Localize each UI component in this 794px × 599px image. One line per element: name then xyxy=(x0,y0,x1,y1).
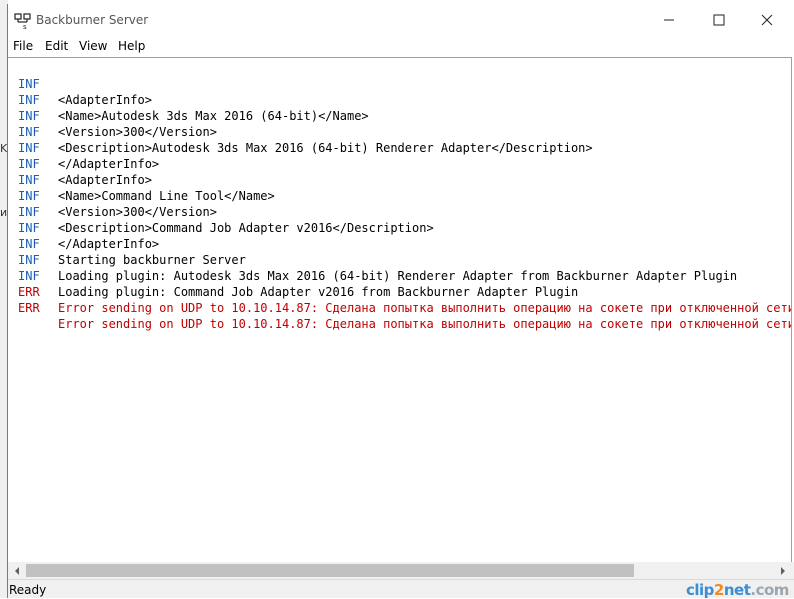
log-row: INF Loading plugin: Autodesk 3ds Max 201… xyxy=(8,236,737,283)
minimize-button[interactable] xyxy=(646,4,692,36)
status-text: Ready xyxy=(9,583,47,597)
backburner-server-window: s Backburner Server File Edit View Help … xyxy=(7,4,794,599)
watermark-part: net xyxy=(723,581,751,599)
log-message: <Description>Command Job Adapter v2016</… xyxy=(58,221,434,235)
svg-text:s: s xyxy=(23,23,27,29)
menu-edit[interactable]: Edit xyxy=(45,39,68,53)
log-row: INF <Name>Autodesk 3ds Max 2016 (64-bit)… xyxy=(8,76,369,123)
log-message: Loading plugin: Autodesk 3ds Max 2016 (6… xyxy=(58,269,738,283)
scrollbar-thumb[interactable] xyxy=(26,564,634,577)
log-row: INF <Description>Autodesk 3ds Max 2016 (… xyxy=(8,108,593,155)
log-row: INF </AdapterInfo> xyxy=(8,204,159,251)
chevron-right-icon xyxy=(781,566,785,575)
log-row: INF Loading plugin: Command Job Adapter … xyxy=(8,252,578,299)
network-server-icon: s xyxy=(14,13,31,29)
menu-file[interactable]: File xyxy=(13,39,33,53)
log-message: </AdapterInfo> xyxy=(58,157,160,171)
log-row: INF <AdapterInfo> xyxy=(8,60,152,107)
log-message: <Version>300</Version> xyxy=(58,125,217,139)
scroll-right-button[interactable] xyxy=(776,562,790,579)
log-message: <AdapterInfo> xyxy=(58,93,152,107)
watermark-part: .com xyxy=(750,581,789,599)
close-icon xyxy=(761,14,773,26)
log-message: Loading plugin: Command Job Adapter v201… xyxy=(58,285,579,299)
log-message: <Version>300</Version> xyxy=(58,205,217,219)
status-bar: Ready clip2net.com xyxy=(8,579,794,599)
menu-bar: File Edit View Help xyxy=(8,37,793,57)
log-message: <AdapterInfo> xyxy=(58,173,152,187)
log-message: Error sending on UDP to 10.10.14.87: Сде… xyxy=(58,301,792,315)
watermark-part: 2 xyxy=(713,581,724,599)
log-message: Error sending on UDP to 10.10.14.87: Сде… xyxy=(58,317,792,331)
log-row: INF Starting backburner Server xyxy=(8,220,246,267)
minimize-icon xyxy=(664,19,674,21)
maximize-icon xyxy=(713,14,725,26)
log-row: INF </AdapterInfo> xyxy=(8,124,159,171)
maximize-button[interactable] xyxy=(696,4,742,36)
log-message: <Name>Command Line Tool</Name> xyxy=(58,189,275,203)
chevron-left-icon xyxy=(15,566,19,575)
log-row: INF <Name>Command Line Tool</Name> xyxy=(8,156,275,203)
log-message: </AdapterInfo> xyxy=(58,237,160,251)
horizontal-scrollbar[interactable] xyxy=(8,562,794,579)
title-bar[interactable]: s Backburner Server xyxy=(8,4,793,36)
log-message: Starting backburner Server xyxy=(58,253,246,267)
log-level: ERR xyxy=(18,301,40,315)
log-row: INF <Version>300</Version> xyxy=(8,172,217,219)
log-row: INF <Version>300</Version> xyxy=(8,92,217,139)
log-message: <Name>Autodesk 3ds Max 2016 (64-bit)</Na… xyxy=(58,109,369,123)
window-title: Backburner Server xyxy=(36,13,149,27)
log-row: INF <AdapterInfo> xyxy=(8,140,152,187)
log-row: INF <Description>Command Job Adapter v20… xyxy=(8,188,434,235)
watermark-part: clip xyxy=(686,581,714,599)
log-message: <Description>Autodesk 3ds Max 2016 (64-b… xyxy=(58,141,593,155)
log-row: ERR Error sending on UDP to 10.10.14.87:… xyxy=(8,268,791,315)
menu-view[interactable]: View xyxy=(79,39,107,53)
menu-help[interactable]: Help xyxy=(118,39,145,53)
log-view[interactable]: INF <AdapterInfo> INF <Name>Autodesk 3ds… xyxy=(8,57,792,565)
clip2net-watermark: clip2net.com xyxy=(686,581,789,599)
log-row: ERR Error sending on UDP to 10.10.14.87:… xyxy=(8,284,791,331)
scroll-left-button[interactable] xyxy=(10,562,24,579)
close-button[interactable] xyxy=(744,4,790,36)
